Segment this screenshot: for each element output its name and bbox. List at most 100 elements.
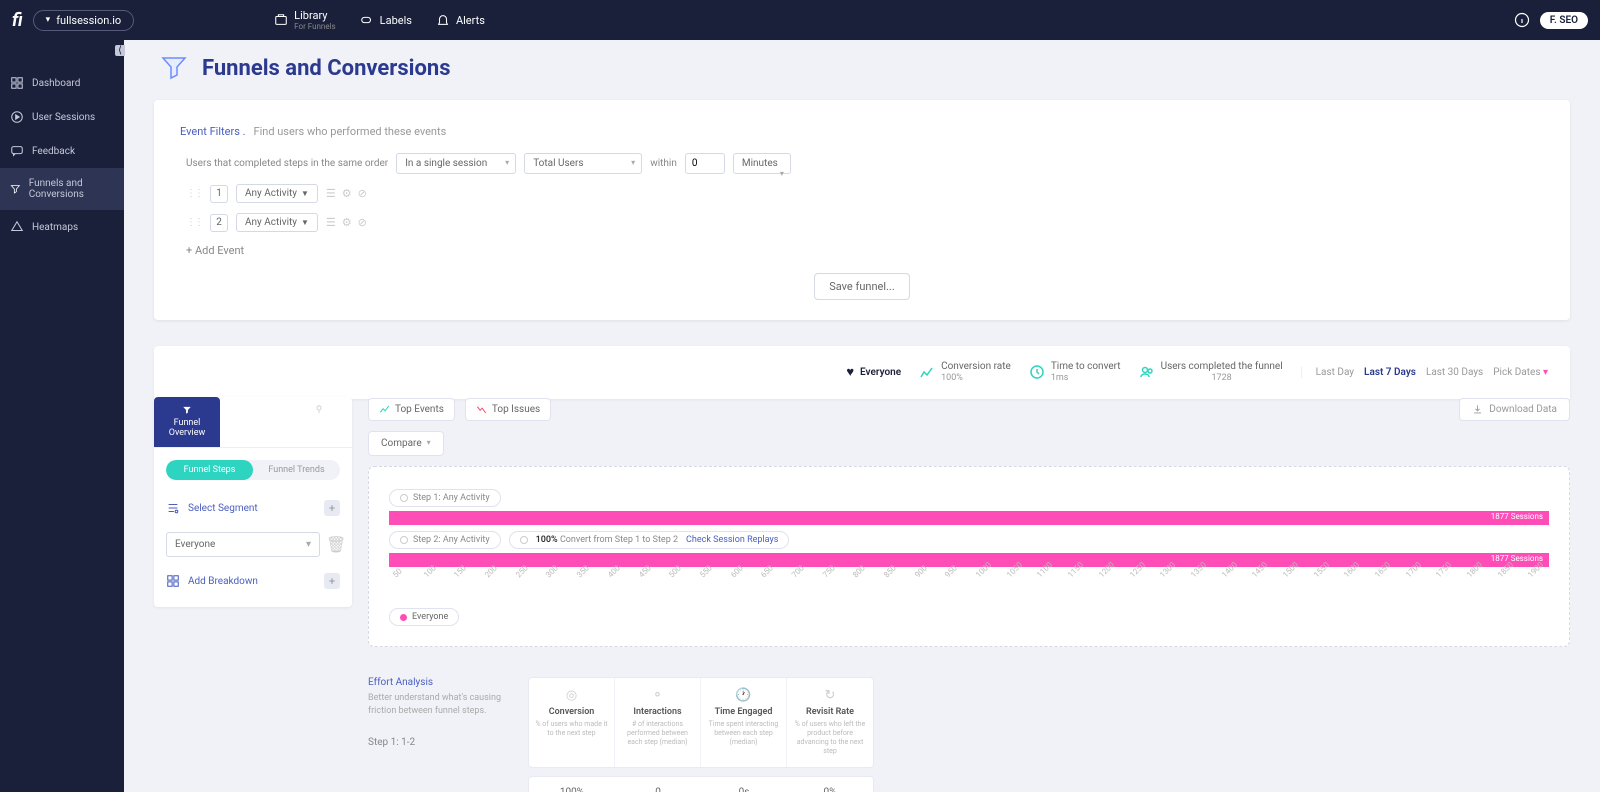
users-label: Users completed the funnel — [1161, 360, 1283, 373]
user-badge[interactable]: F. SEO — [1540, 12, 1588, 29]
tab-3[interactable]: ⚲ — [286, 397, 352, 448]
list-icon[interactable]: ☰ — [326, 187, 336, 200]
info-icon[interactable] — [1514, 12, 1530, 28]
time-label: Time to convert — [1051, 360, 1121, 373]
download-icon — [1472, 404, 1483, 415]
main-content: Funnels and Conversions Event Filters . … — [124, 40, 1600, 792]
funnel-steps-tab[interactable]: Funnel Steps — [166, 460, 253, 480]
conversion-label: Conversion rate — [941, 360, 1011, 373]
heatmap-icon — [10, 220, 24, 234]
session-select[interactable]: In a single session — [396, 153, 516, 174]
conversion-value: 100% — [941, 373, 1011, 385]
step-1-activity[interactable]: Any Activity▼ — [236, 184, 318, 203]
add-event-button[interactable]: + Add Event — [186, 244, 1544, 257]
interactions-icon: ⚬ — [621, 688, 694, 703]
effort-title: Effort Analysis — [368, 677, 508, 688]
tab-overview[interactable]: Funnel Overview — [154, 397, 220, 448]
tab-2[interactable] — [220, 397, 286, 448]
clock-icon — [1029, 364, 1045, 380]
effort-revisit: ↻ Revisit Rate % of users who left the p… — [787, 678, 873, 766]
nav-alerts[interactable]: Alerts — [436, 9, 485, 31]
date-last-30[interactable]: Last 30 Days — [1426, 367, 1483, 378]
breakdown-icon — [166, 574, 180, 588]
step-2-activity[interactable]: Any Activity▼ — [236, 213, 318, 232]
logo: fi — [12, 10, 23, 31]
sidebar-item-funnels[interactable]: Funnels and Conversions — [0, 168, 124, 210]
add-breakdown[interactable]: Add Breakdown + — [166, 567, 340, 595]
segment-select[interactable]: Everyone — [166, 532, 320, 557]
sidebar-item-sessions[interactable]: User Sessions — [0, 100, 124, 134]
add-segment[interactable]: + — [324, 500, 340, 516]
val-time: 0s — [701, 777, 787, 792]
check-replays-link[interactable]: Check Session Replays — [686, 535, 778, 545]
time-unit-select[interactable]: Minutes — [733, 153, 791, 174]
delete-segment[interactable]: 🗑 — [326, 535, 340, 554]
effort-time: 🕐 Time Engaged Time spent interacting be… — [701, 678, 787, 766]
sidebar-item-dashboard[interactable]: Dashboard — [0, 66, 124, 100]
trend-down-icon — [476, 404, 487, 415]
site-selector[interactable]: ▾ fullsession.io — [33, 10, 135, 31]
dashboard-icon — [10, 76, 24, 90]
filter-subtitle: Find users who performed these events — [253, 125, 446, 138]
chart-icon — [919, 364, 935, 380]
nav-library[interactable]: LibraryFor Funnels — [274, 9, 336, 31]
right-area: Top Events Top Issues Download Data Comp… — [368, 398, 1570, 792]
sidebar-item-heatmaps[interactable]: Heatmaps — [0, 210, 124, 244]
step-1-label: Step 1: Any Activity — [389, 489, 501, 507]
page-title: Funnels and Conversions — [202, 56, 451, 81]
conversion-pill: 100% Convert from Step 1 to Step 2 Check… — [509, 531, 790, 549]
users-value: 1728 — [1161, 373, 1283, 385]
val-conversion: 100% — [529, 777, 615, 792]
funnel-icon — [10, 182, 21, 196]
time-value: 1ms — [1051, 373, 1121, 385]
within-label: within — [650, 158, 677, 169]
select-segment[interactable]: Select Segment + — [166, 494, 340, 522]
effort-desc: Better understand what's causing frictio… — [368, 692, 508, 717]
drag-handle[interactable]: ⋮⋮ — [186, 188, 202, 199]
save-funnel-button[interactable]: Save funnel... — [814, 273, 910, 300]
users-select[interactable]: Total Users — [524, 153, 642, 174]
metrics-bar: ♥ Everyone Conversion rate100% Time to c… — [154, 346, 1570, 399]
play-icon — [10, 110, 24, 124]
time-icon: 🕐 — [707, 688, 780, 703]
legend-everyone: Everyone — [389, 608, 459, 626]
effort-interactions: ⚬ Interactions # of interactions perform… — [615, 678, 701, 766]
delete-icon[interactable]: ⊘ — [358, 187, 367, 200]
page-funnel-icon — [160, 54, 188, 82]
nav-labels[interactable]: Labels — [360, 9, 412, 31]
users-icon — [1139, 364, 1155, 380]
date-last-day[interactable]: Last Day — [1316, 367, 1354, 378]
filter-card: Event Filters . Find users who performed… — [154, 100, 1570, 320]
trend-up-icon — [379, 404, 390, 415]
date-pick[interactable]: Pick Dates ▾ — [1493, 367, 1548, 378]
step-1-bar: 1877 Sessions — [389, 511, 1549, 525]
list-icon[interactable]: ☰ — [326, 216, 336, 229]
step-2-row: ⋮⋮ 2 Any Activity▼ ☰ ⚙ ⊘ — [186, 213, 1544, 232]
top-issues-button[interactable]: Top Issues — [465, 398, 551, 421]
filter-title: Event Filters . — [180, 125, 246, 138]
library-icon — [274, 13, 288, 27]
funnel-trends-tab[interactable]: Funnel Trends — [253, 460, 340, 480]
compare-button[interactable]: Compare▾ — [368, 431, 444, 456]
add-breakdown-btn[interactable]: + — [324, 573, 340, 589]
within-input[interactable] — [685, 153, 725, 174]
delete-icon[interactable]: ⊘ — [358, 216, 367, 229]
step-1-row: ⋮⋮ 1 Any Activity▼ ☰ ⚙ ⊘ — [186, 184, 1544, 203]
download-button[interactable]: Download Data — [1459, 398, 1570, 421]
settings-icon[interactable]: ⚙ — [342, 187, 352, 200]
step-number-2: 2 — [210, 214, 228, 232]
conversion-icon: ◎ — [535, 688, 608, 703]
drag-handle[interactable]: ⋮⋮ — [186, 217, 202, 228]
settings-icon[interactable]: ⚙ — [342, 216, 352, 229]
effort-cards: ◎ Conversion % of users who made it to t… — [528, 677, 874, 767]
sidebar-item-feedback[interactable]: Feedback — [0, 134, 124, 168]
everyone-label: Everyone — [860, 367, 901, 378]
left-panel: Funnel Overview ⚲ Funnel Steps Funnel Tr… — [154, 397, 352, 608]
funnel-tab-icon — [182, 405, 192, 415]
top-events-button[interactable]: Top Events — [368, 398, 455, 421]
label-icon — [360, 13, 374, 27]
collapse-sidebar[interactable]: ⟨ — [115, 45, 125, 56]
step-number-1: 1 — [210, 185, 228, 203]
date-last-7[interactable]: Last 7 Days — [1364, 367, 1416, 378]
sidebar: ⟨ Dashboard User Sessions Feedback Funne… — [0, 40, 124, 792]
